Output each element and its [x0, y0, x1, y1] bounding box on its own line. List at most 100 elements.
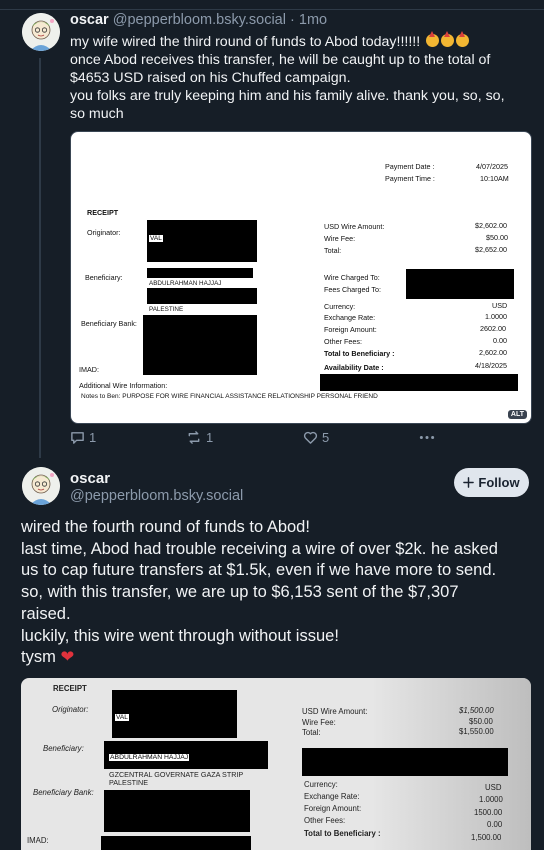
reply-button[interactable]: 1 [70, 430, 96, 445]
imad-label: IMAD: [27, 836, 49, 845]
redaction [101, 836, 251, 850]
beneficiary-name: ABDULRAHMAN HAJJAJ [109, 754, 190, 761]
total-to-beneficiary: 2,602.00 [479, 348, 507, 357]
receipt-title: RECEIPT [87, 208, 119, 217]
exchange-rate-label: Exchange Rate: [324, 313, 376, 322]
redaction [143, 315, 257, 375]
payment-date-label: Payment Date : [385, 162, 435, 171]
post-line: luckily, this wire went through without … [21, 626, 339, 645]
post-text: wired the fourth round of funds to Abod!… [21, 517, 536, 669]
more-icon [419, 436, 435, 439]
wire-fee: $50.00 [469, 717, 493, 726]
redaction [147, 220, 257, 262]
like-count: 5 [322, 430, 330, 445]
post-time[interactable]: 1mo [299, 12, 327, 28]
usd-wire-amount: $2,602.00 [475, 221, 507, 230]
availability-date: 4/18/2025 [475, 361, 507, 370]
exchange-rate-label: Exchange Rate: [304, 792, 360, 801]
author-handle[interactable]: @pepperbloom.bsky.social [113, 12, 286, 28]
receipt-image[interactable]: RECEIPT Originator: VAL Beneficiary: ABD… [21, 678, 531, 850]
foreign-amount: 2602.00 [480, 324, 506, 333]
additional-info-label: Additional Wire Information: [79, 381, 168, 390]
red-heart-icon: ❤ [60, 648, 75, 667]
redaction [302, 748, 508, 776]
availability-date-label: Availability Date : [324, 363, 384, 372]
party-face-icon [441, 31, 455, 47]
originator-visible: VAL [149, 235, 163, 242]
redaction [320, 374, 518, 391]
foreign-amount-label: Foreign Amount: [324, 325, 377, 334]
like-button[interactable]: 5 [303, 430, 329, 445]
payment-time: 10:10AM [480, 174, 509, 183]
reply-icon [71, 432, 84, 444]
party-face-icon [426, 31, 440, 47]
post-line: wired the fourth round of funds to Abod! [21, 518, 310, 536]
repost-icon [188, 431, 200, 444]
wire-fee: $50.00 [486, 233, 508, 242]
originator-visible: VAL [115, 714, 129, 721]
repost-button[interactable]: 1 [186, 430, 213, 445]
post-line: $4653 USD raised on his Chuffed campaign… [70, 70, 351, 86]
avatar-illustration-icon [22, 467, 60, 505]
redaction [104, 790, 250, 832]
post-line: last time, Abod had trouble receiving a … [21, 539, 498, 558]
post-header: oscar @pepperbloom.bsky.social · 1mo [70, 12, 327, 28]
post-line: my wife wired the third round of funds t… [70, 31, 532, 51]
separator: · [290, 12, 295, 28]
repost-count: 1 [206, 430, 214, 445]
wire-fee-label: Wire Fee: [302, 718, 336, 727]
post-actions: 1 1 5 [70, 430, 450, 448]
alt-badge[interactable]: ALT [507, 410, 527, 419]
follow-label: Follow [478, 475, 520, 490]
redaction [112, 690, 237, 738]
beneficiary-name: ABDULRAHMAN HAJJAJ [149, 280, 222, 287]
post-line: raised. [21, 604, 71, 623]
post-line: you folks are truly keeping him and his … [70, 88, 505, 104]
wire-charged-to-label: Wire Charged To: [324, 273, 380, 282]
redaction [406, 269, 514, 299]
post-line: us to cap future transfers at $1.5k, eve… [21, 561, 497, 580]
redaction [147, 268, 253, 278]
beneficiary-label: Beneficiary: [85, 273, 123, 282]
redaction [147, 288, 257, 304]
other-fees-label: Other Fees: [324, 337, 362, 346]
receipt-title: RECEIPT [53, 684, 87, 693]
other-fees: 0.00 [493, 336, 507, 345]
total-label: Total: [302, 728, 321, 737]
beneficiary-country: PALESTINE [109, 778, 149, 787]
exchange-rate: 1.0000 [485, 312, 507, 321]
post-line: so, with this transfer, we are up to $6,… [21, 583, 459, 602]
divider [0, 9, 544, 10]
notes-to-ben: Notes to Ben: PURPOSE FOR WIRE FINANCIAL… [81, 393, 378, 400]
beneficiary-bank-label: Beneficiary Bank: [81, 319, 137, 328]
beneficiary-country: PALESTINE [149, 306, 184, 313]
heart-outline-icon [303, 431, 318, 444]
follow-button[interactable]: Follow [454, 468, 529, 497]
beneficiary-bank-label: Beneficiary Bank: [33, 788, 94, 797]
usd-wire-amount: $1,500.00 [459, 706, 494, 715]
currency-label: Currency: [324, 302, 356, 311]
author-name[interactable]: oscar [70, 470, 110, 487]
usd-wire-amount-label: USD Wire Amount: [324, 222, 385, 231]
total-to-beneficiary-label: Total to Beneficiary : [304, 829, 381, 838]
receipt-image[interactable]: Payment Date : 4/07/2025 Payment Time : … [70, 131, 532, 424]
other-fees-label: Other Fees: [304, 816, 346, 825]
beneficiary-label: Beneficiary: [43, 744, 84, 753]
post-line: once Abod receives this transfer, he wil… [70, 52, 491, 68]
post-text: my wife wired the third round of funds t… [70, 31, 532, 123]
total: $1,550.00 [459, 727, 494, 736]
total-label: Total: [324, 246, 342, 255]
currency-label: Currency: [304, 780, 338, 789]
thread-line [39, 58, 41, 458]
more-options-button[interactable] [418, 430, 436, 445]
originator-label: Originator: [52, 705, 89, 714]
payment-date: 4/07/2025 [476, 162, 508, 171]
foreign-amount: 1500.00 [474, 808, 503, 817]
party-face-icon [456, 31, 470, 47]
author-name[interactable]: oscar [70, 12, 109, 28]
total: $2,652.00 [475, 245, 507, 254]
post-line: so much [70, 106, 124, 122]
avatar[interactable] [22, 467, 60, 505]
author-handle[interactable]: @pepperbloom.bsky.social [70, 488, 243, 504]
avatar[interactable] [22, 13, 60, 51]
